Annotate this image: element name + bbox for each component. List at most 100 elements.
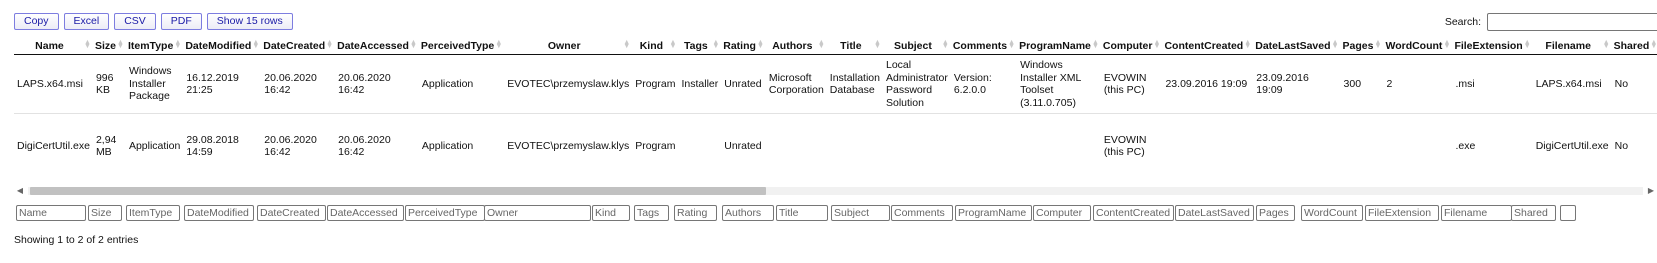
filter-contentcreated-input[interactable]: [1093, 205, 1174, 221]
column-header-datemodified[interactable]: DateModified ▲ ▼: [183, 38, 262, 55]
column-header-label: DateModified: [185, 40, 252, 52]
column-header-label: ItemType: [127, 40, 174, 52]
column-header-datelastsaved[interactable]: DateLastSaved ▲ ▼: [1253, 38, 1341, 55]
filter-comments-input[interactable]: [891, 205, 953, 221]
column-header-dateaccessed[interactable]: DateAccessed ▲ ▼: [335, 38, 419, 55]
column-header-filename[interactable]: Filename ▲ ▼: [1532, 38, 1612, 55]
sort-arrows-icon: ▲ ▼: [712, 39, 720, 50]
column-header-label: Filename: [1545, 40, 1591, 52]
column-header-name[interactable]: Name ▲ ▼: [14, 38, 93, 55]
column-header-contentcreated[interactable]: ContentCreated ▲ ▼: [1162, 38, 1254, 55]
sort-arrows-icon: ▲ ▼: [1443, 39, 1451, 50]
cell-size: 996 KB: [92, 54, 126, 114]
filter-computer-input[interactable]: [1033, 205, 1091, 221]
filter-title-input[interactable]: [776, 205, 828, 221]
cell-kind: Program: [632, 54, 679, 114]
filter-authors-input[interactable]: [722, 205, 774, 221]
cell-comments: Version: 6.2.0.0: [950, 54, 1018, 114]
cell-tags: Installer: [678, 54, 722, 114]
header-row: Name ▲ ▼ Size ▲ ▼ ItemType ▲ ▼ DateModified ▲ ▼ Date…: [14, 38, 1657, 55]
sort-arrows-icon: ▲ ▼: [1602, 39, 1610, 50]
filter-overflow-input[interactable]: [1560, 205, 1576, 221]
horizontal-scrollbar[interactable]: ◀ ▶: [14, 185, 1657, 197]
column-header-rating[interactable]: Rating ▲ ▼: [721, 38, 766, 55]
column-header-label: ProgramName: [1019, 40, 1091, 52]
column-header-comments[interactable]: Comments ▲ ▼: [950, 38, 1018, 55]
column-header-fileextension[interactable]: FileExtension ▲ ▼: [1452, 38, 1533, 55]
search-input[interactable]: [1487, 13, 1657, 31]
sort-arrows-icon: ▲ ▼: [817, 39, 825, 50]
column-header-perceivedtype[interactable]: PerceivedType ▲ ▼: [418, 38, 505, 55]
sort-arrows-icon: ▲ ▼: [1091, 39, 1099, 50]
cell-filename: LAPS.x64.msi: [1532, 54, 1612, 114]
scroll-right-icon[interactable]: ▶: [1645, 185, 1657, 197]
filter-tags-input[interactable]: [634, 205, 669, 221]
excel-button[interactable]: Excel: [63, 13, 110, 30]
filter-datelastsaved-input[interactable]: [1175, 205, 1254, 221]
column-header-label: Pages: [1342, 40, 1374, 52]
cell-dateaccessed: 20.06.2020 16:42: [335, 54, 419, 114]
column-header-datecreated[interactable]: DateCreated ▲ ▼: [261, 38, 336, 55]
column-header-itemtype[interactable]: ItemType ▲ ▼: [125, 38, 184, 55]
column-header-tags[interactable]: Tags ▲ ▼: [678, 38, 722, 55]
column-header-size[interactable]: Size ▲ ▼: [92, 38, 126, 55]
cell-authors: Microsoft Corporation: [765, 54, 827, 114]
filter-name-input[interactable]: [16, 205, 86, 221]
filter-dateaccessed-input[interactable]: [327, 205, 404, 221]
column-header-wordcount[interactable]: WordCount ▲ ▼: [1383, 38, 1453, 55]
filter-pages-input[interactable]: [1256, 205, 1295, 221]
filter-kind-input[interactable]: [592, 205, 630, 221]
column-header-label: ContentCreated: [1164, 40, 1244, 52]
filter-datemodified-input[interactable]: [184, 205, 254, 221]
filter-perceivedtype-input[interactable]: [405, 205, 485, 221]
sort-arrows-icon: ▲ ▼: [84, 39, 91, 50]
column-header-label: Computer: [1102, 40, 1153, 52]
filter-filename-input[interactable]: [1441, 205, 1512, 221]
show-rows-button[interactable]: Show 15 rows: [206, 13, 293, 30]
column-header-subject[interactable]: Subject ▲ ▼: [882, 38, 951, 55]
filter-size-input[interactable]: [88, 205, 122, 221]
sort-arrows-icon: ▲ ▼: [1650, 39, 1657, 50]
filter-wordcount-input[interactable]: [1301, 205, 1363, 221]
column-header-title[interactable]: Title ▲ ▼: [826, 38, 883, 55]
column-header-shared[interactable]: Shared ▲ ▼: [1611, 38, 1657, 55]
cell-wordcount: [1383, 114, 1452, 179]
filter-programname-input[interactable]: [955, 205, 1032, 221]
column-header-owner[interactable]: Owner ▲ ▼: [504, 38, 633, 55]
pdf-button[interactable]: PDF: [160, 13, 202, 30]
filter-fileextension-input[interactable]: [1365, 205, 1439, 221]
export-toolbar: Copy Excel CSV PDF Show 15 rows: [14, 13, 293, 30]
filter-owner-input[interactable]: [484, 205, 591, 221]
cell-name: LAPS.x64.msi: [14, 54, 93, 114]
filter-rating-input[interactable]: [674, 205, 717, 221]
cell-kind: Program: [635, 139, 676, 152]
cell-pages: 300: [1340, 54, 1384, 114]
copy-button[interactable]: Copy: [14, 13, 59, 30]
filter-shared-input[interactable]: [1511, 205, 1556, 221]
cell-filename: DigiCertUtil.exe: [1535, 139, 1609, 152]
column-header-computer[interactable]: Computer ▲ ▼: [1100, 38, 1163, 55]
column-header-pages[interactable]: Pages ▲ ▼: [1340, 38, 1384, 55]
column-header-authors[interactable]: Authors ▲ ▼: [765, 38, 827, 55]
scroll-left-icon[interactable]: ◀: [14, 185, 26, 197]
cell-datecreated: 20.06.2020 16:42: [264, 133, 317, 159]
sort-arrows-icon: ▲ ▼: [874, 39, 881, 50]
sort-arrows-icon: ▲ ▼: [495, 39, 503, 50]
column-header-label: Rating: [723, 40, 756, 52]
scroll-thumb[interactable]: [30, 187, 766, 195]
column-header-label: DateCreated: [263, 40, 326, 52]
table-row[interactable]: LAPS.x64.msi 996 KB Windows Installer Pack…: [14, 54, 1657, 114]
column-header-programname[interactable]: ProgramName ▲ ▼: [1017, 38, 1101, 55]
table-row[interactable]: DigiCertUtil.exe 2,94 MB Application 29.08.…: [14, 114, 1657, 179]
column-header-label: PerceivedType: [420, 40, 495, 52]
filter-itemtype-input[interactable]: [126, 205, 180, 221]
sort-arrows-icon: ▲ ▼: [1331, 39, 1339, 50]
filter-datecreated-input[interactable]: [257, 205, 326, 221]
cell-pages: [1341, 114, 1384, 179]
cell-perceivedtype: Application: [421, 139, 474, 152]
cell-computer: EVOWIN (this PC): [1100, 54, 1163, 114]
column-header-kind[interactable]: Kind ▲ ▼: [632, 38, 679, 55]
csv-button[interactable]: CSV: [114, 13, 156, 30]
sort-arrows-icon: ▲ ▼: [117, 39, 124, 50]
filter-subject-input[interactable]: [831, 205, 890, 221]
